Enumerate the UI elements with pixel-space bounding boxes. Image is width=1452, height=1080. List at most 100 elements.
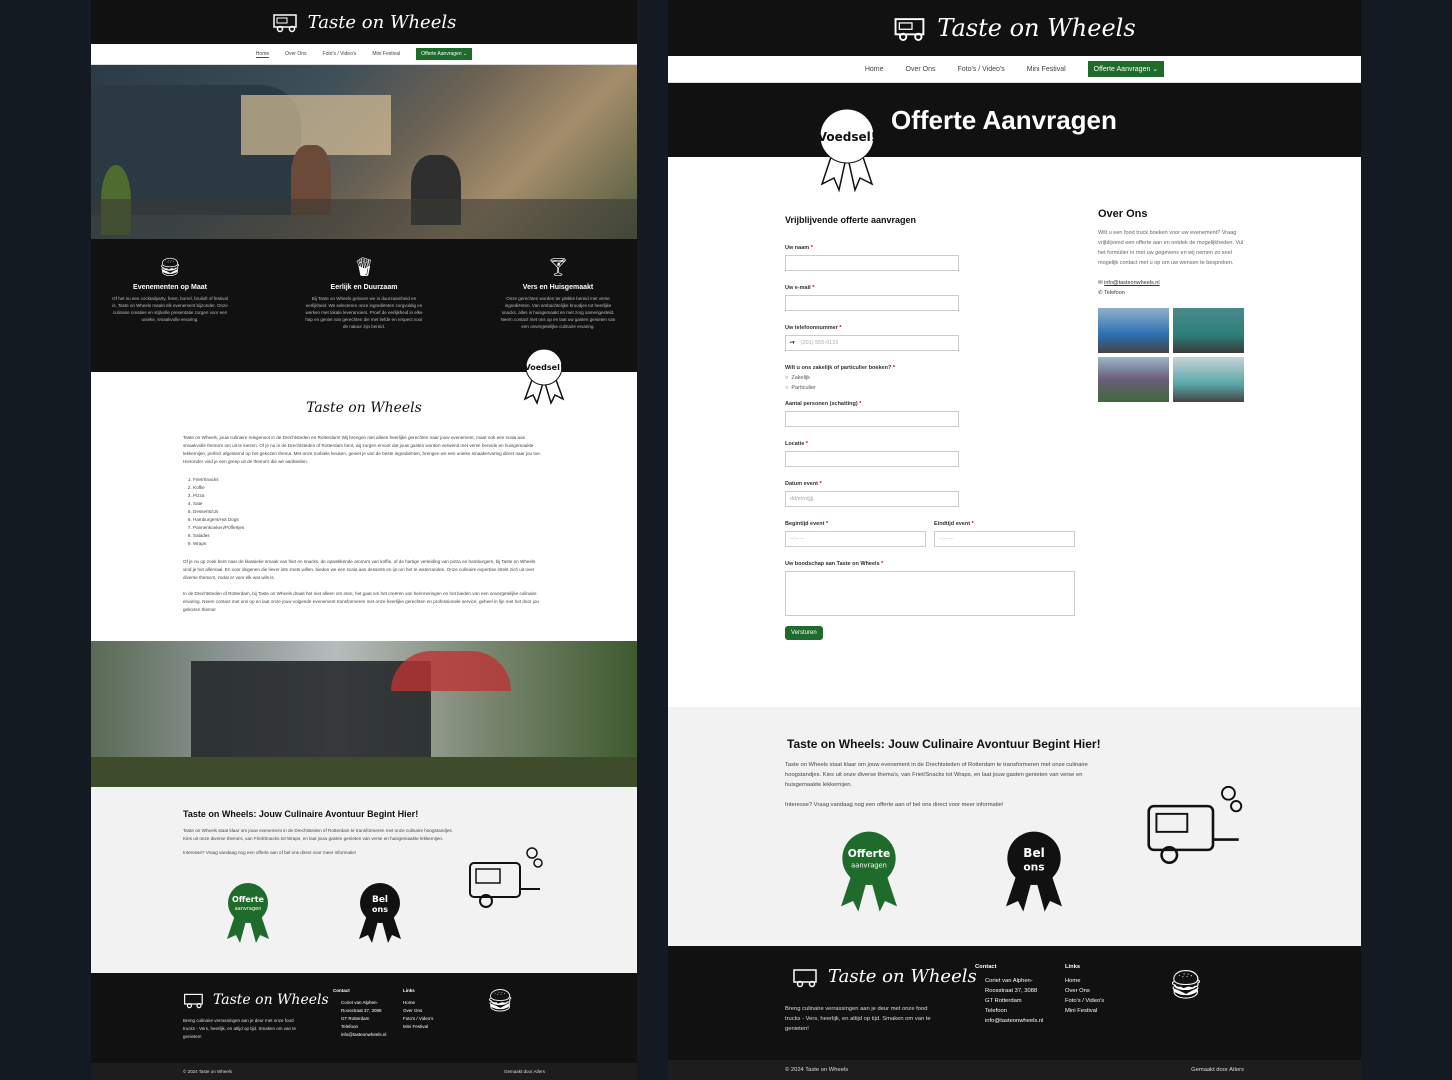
offerte-badge-button[interactable]: Offerte aanvragen (221, 881, 275, 947)
svg-text:ons: ons (1023, 860, 1044, 873)
grass-shape (91, 757, 637, 787)
end-time-group: Eindtijd event * --:-- -- (934, 521, 1075, 561)
footer-link-home[interactable]: Home (1065, 978, 1080, 984)
aside-phone-row[interactable]: ✆ Telefoon (1098, 290, 1246, 296)
footer-link-home[interactable]: Home (403, 1000, 415, 1005)
nav-mini-festival[interactable]: Mini Festival (372, 51, 400, 57)
offerte-badge-button[interactable]: Offerte aanvragen (833, 829, 905, 917)
footer-links: Links Home Over Ons Foto's / Video's Min… (1065, 962, 1135, 1016)
over-ons-aside: Over Ons Wilt u een food truck boeken vo… (1098, 208, 1246, 402)
footer-link-festival[interactable]: Mini Festival (1065, 1008, 1097, 1014)
name-label: Uw naam * (785, 245, 813, 251)
site-footer: Taste on Wheels Breng culinaire verrassi… (668, 946, 1361, 1060)
nav-over-ons[interactable]: Over Ons (285, 51, 306, 57)
footer-address-3: GT Rotterdam (341, 1016, 370, 1021)
svg-text:Offerte: Offerte (232, 895, 264, 904)
main-nav: Home Over Ons Foto's / Video's Mini Fest… (91, 44, 637, 65)
footer-tagline: Breng culinaire verrassingen aan je deur… (785, 1006, 931, 1032)
burger-fries-icon: 🍔︎ (1168, 969, 1204, 1000)
footer-link-over-ons[interactable]: Over Ons (1065, 988, 1090, 994)
theme-list-item: Wraps (193, 540, 545, 548)
site-logo[interactable]: Taste on Wheels (668, 0, 1361, 56)
nav-offerte-button[interactable]: Offerte Aanvragen ⌄ (1087, 61, 1165, 77)
radio-particulier[interactable]: ○ Particulier (785, 385, 1085, 391)
radio-zakelijk[interactable]: ○ Zakelijk (785, 375, 1085, 381)
theme-list-item: Desserts/IJs (193, 508, 545, 516)
svg-text:Bel: Bel (1023, 846, 1044, 860)
site-logo[interactable]: Taste on Wheels (91, 0, 637, 44)
date-input[interactable]: dd/mm/jjjj (785, 491, 959, 507)
start-time-input[interactable]: --:-- -- (785, 531, 926, 547)
message-textarea[interactable] (785, 571, 1075, 616)
bel-ons-badge-button[interactable]: Bel ons (353, 881, 407, 947)
footer-link-over-ons[interactable]: Over Ons (403, 1008, 422, 1013)
foodtruck-logo-icon (184, 993, 203, 1009)
foodtruck-logo-icon (894, 18, 925, 41)
theme-list-item: Pizza (193, 492, 545, 500)
nav-over-ons[interactable]: Over Ons (906, 66, 936, 73)
footer-links-title: Links (403, 988, 415, 993)
nav-home[interactable]: Home (865, 66, 884, 73)
nav-fotos-videos[interactable]: Foto's / Video's (957, 66, 1004, 73)
date-label: Datum event * (785, 481, 822, 487)
end-time-input[interactable]: --:-- -- (934, 531, 1075, 547)
footer-phone[interactable]: Telefoon (975, 1006, 1065, 1016)
intro-paragraph-3: In de Drechtsteden of Rotterdam, bij Tas… (183, 591, 539, 612)
start-time-group: Begintijd event * --:-- -- (785, 521, 926, 561)
footer-link-fotos[interactable]: Foto's / Video's (403, 1016, 433, 1021)
gallery-photo-3[interactable] (1098, 357, 1169, 402)
burger-fries-icon: 🍔︎ (486, 988, 514, 1013)
bel-ons-badge-button[interactable]: Bel ons (998, 829, 1070, 917)
page-title: Offerte Aanvragen (891, 105, 1117, 135)
aside-email-row[interactable]: ✉ info@tasteonwheels.nl (1098, 280, 1246, 286)
phone-input[interactable]: ▪▾ (201) 555-0123 (785, 335, 959, 351)
feature-text: Bij Taste on Wheels geloven we in duurza… (305, 296, 423, 329)
gallery-photo-2[interactable] (1173, 308, 1244, 353)
hero-image (91, 65, 637, 239)
nav-fotos-videos[interactable]: Foto's / Video's (323, 51, 357, 57)
foodtruck-logo-icon (272, 14, 297, 33)
footer-contact: Contact Coriet van Alphen- Roosstraat 37… (333, 987, 403, 1039)
cocktail-icon: 🍸︎ (546, 257, 570, 277)
footer-links: Links Home Over Ons Foto's / Video's Min… (403, 987, 463, 1031)
theme-list-item: Sate (193, 500, 545, 508)
aside-email[interactable]: info@tasteonwheels.nl (1104, 280, 1159, 286)
location-input[interactable] (785, 451, 959, 467)
cta-section: Taste on Wheels: Jouw Culinaire Avontuur… (668, 707, 1361, 946)
nav-offerte-button[interactable]: Offerte Aanvragen ⌄ (416, 48, 473, 60)
phone-label: Uw telefoonnummer * (785, 325, 842, 331)
footer-address: Coriet van Alphen- (985, 978, 1033, 984)
feature-text: Of het nu een cocktailparty, feest, borr… (112, 296, 228, 322)
aside-phone: Telefoon (1104, 290, 1125, 296)
submit-button[interactable]: Versturen (785, 626, 823, 640)
foodtruck-illustration-icon (1147, 785, 1243, 864)
flag-icon[interactable]: ▪▾ (790, 340, 795, 346)
copyright-text: © 2024 Taste on Wheels (183, 1069, 233, 1074)
main-nav: Home Over Ons Foto's / Video's Mini Fest… (668, 56, 1361, 83)
footer-email[interactable]: info@tasteonwheels.nl (333, 1031, 403, 1039)
made-by-text[interactable]: Gemaakt door Atlers (504, 1069, 545, 1074)
footer-link-fotos[interactable]: Foto's / Video's (1065, 998, 1104, 1004)
made-by-text[interactable]: Gemaakt door Atlers (1191, 1067, 1244, 1073)
foodtruck-illustration-icon (469, 847, 543, 908)
badge-text: Voedsel! (525, 363, 564, 372)
footer-phone[interactable]: Telefoon (333, 1023, 403, 1031)
email-input[interactable] (785, 295, 959, 311)
name-input[interactable] (785, 255, 959, 271)
gallery-photo-1[interactable] (1098, 308, 1169, 353)
footer-contact-title: Contact (333, 988, 350, 993)
gallery-photo-4[interactable] (1173, 357, 1244, 402)
footer-email[interactable]: info@tasteonwheels.nl (975, 1016, 1065, 1026)
logo-text: Taste on Wheels (307, 11, 457, 33)
footer-address-3: GT Rotterdam (985, 998, 1022, 1004)
persons-input[interactable] (785, 411, 959, 427)
nav-mini-festival[interactable]: Mini Festival (1027, 66, 1066, 73)
footer-link-festival[interactable]: Mini Festival (403, 1024, 428, 1029)
nav-home[interactable]: Home (255, 51, 270, 58)
copyright-text: © 2024 Taste on Wheels (785, 1067, 849, 1073)
cta-text: Taste on Wheels staat klaar om jouw even… (785, 762, 1088, 788)
theme-list-item: Koffie (193, 484, 545, 492)
intro-section: Taste on Wheels Taste on Wheels, jouw cu… (91, 372, 637, 641)
voedsel-badge-icon: Voedsel! (818, 108, 876, 193)
table-shape (91, 199, 637, 239)
